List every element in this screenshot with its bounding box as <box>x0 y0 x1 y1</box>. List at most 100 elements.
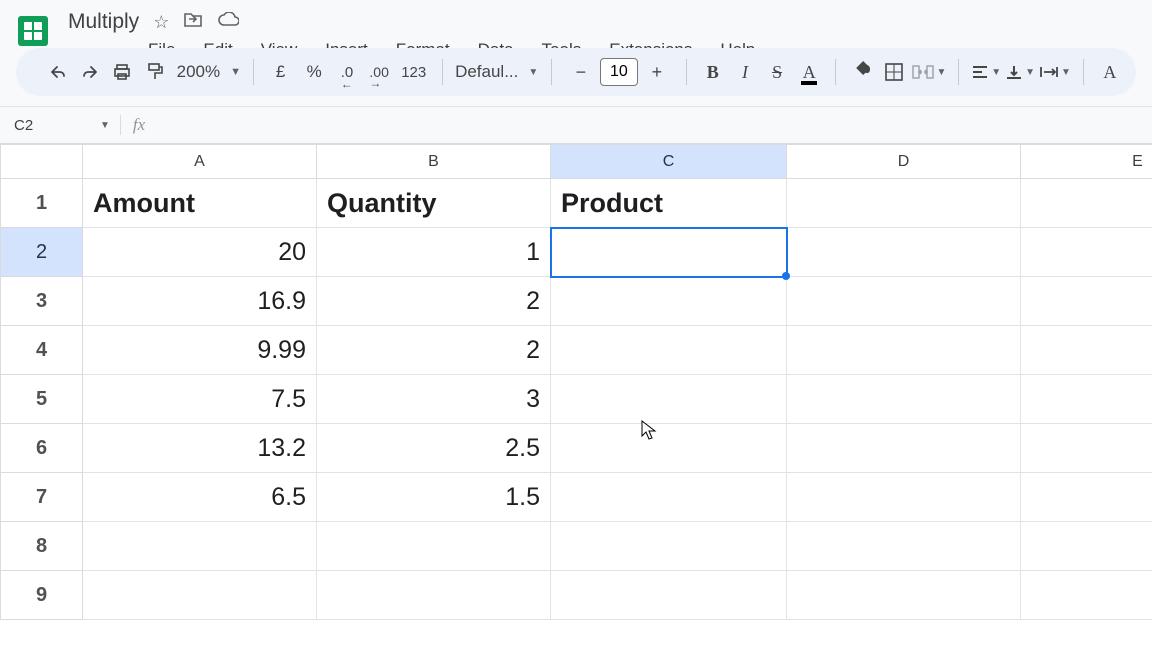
cell-B8[interactable] <box>317 522 551 571</box>
cell-D8[interactable] <box>787 522 1021 571</box>
cell-B6[interactable]: 2.5 <box>317 424 551 473</box>
cell-B3[interactable]: 2 <box>317 277 551 326</box>
cell-E4[interactable] <box>1021 326 1152 375</box>
font-size-input[interactable]: 10 <box>600 58 638 86</box>
percent-format-button[interactable]: % <box>299 55 329 89</box>
name-box[interactable]: C2 <box>8 117 90 134</box>
cell-E5[interactable] <box>1021 375 1152 424</box>
toolbar-divider <box>442 59 443 85</box>
fx-divider <box>120 115 121 135</box>
cell-A9[interactable] <box>83 571 317 620</box>
cell-D6[interactable] <box>787 424 1021 473</box>
cell-E9[interactable] <box>1021 571 1152 620</box>
fill-color-button[interactable] <box>848 55 876 89</box>
currency-format-button[interactable]: £ <box>266 55 296 89</box>
cell-A5[interactable]: 7.5 <box>83 375 317 424</box>
print-button[interactable] <box>108 55 136 89</box>
column-header-B[interactable]: B <box>317 145 551 179</box>
cell-B5[interactable]: 3 <box>317 375 551 424</box>
more-formats-button[interactable]: 123 <box>397 55 430 89</box>
cell-E7[interactable] <box>1021 473 1152 522</box>
redo-button[interactable] <box>76 55 104 89</box>
vertical-align-button[interactable]: ▼ <box>1005 55 1035 89</box>
cell-A6[interactable]: 13.2 <box>83 424 317 473</box>
toolbar-divider <box>253 59 254 85</box>
column-header-E[interactable]: E <box>1021 145 1152 179</box>
cell-D7[interactable] <box>787 473 1021 522</box>
cell-C7[interactable] <box>551 473 787 522</box>
toolbar-divider <box>551 59 552 85</box>
bold-button[interactable]: B <box>699 55 727 89</box>
row-header-4[interactable]: 4 <box>1 326 83 375</box>
undo-button[interactable] <box>44 55 72 89</box>
cell-C2[interactable] <box>551 228 787 277</box>
row-header-9[interactable]: 9 <box>1 571 83 620</box>
cell-A8[interactable] <box>83 522 317 571</box>
column-header-A[interactable]: A <box>83 145 317 179</box>
spreadsheet-grid[interactable]: ABCDE1AmountQuantityProduct2201316.9249.… <box>0 144 1152 648</box>
fx-icon: fx <box>133 115 145 135</box>
cell-E6[interactable] <box>1021 424 1152 473</box>
strikethrough-button[interactable]: S <box>763 55 791 89</box>
cell-A3[interactable]: 16.9 <box>83 277 317 326</box>
move-icon[interactable] <box>183 12 203 33</box>
decrease-decimal-button[interactable]: .0← <box>333 55 361 89</box>
row-header-2[interactable]: 2 <box>1 228 83 277</box>
cell-D4[interactable] <box>787 326 1021 375</box>
formula-input[interactable] <box>153 117 1152 134</box>
more-options-button[interactable]: A <box>1096 55 1124 89</box>
cell-C3[interactable] <box>551 277 787 326</box>
italic-button[interactable]: I <box>731 55 759 89</box>
row-header-5[interactable]: 5 <box>1 375 83 424</box>
paint-format-button[interactable] <box>140 55 168 89</box>
row-header-7[interactable]: 7 <box>1 473 83 522</box>
document-title[interactable]: Multiply <box>68 10 139 34</box>
cell-A2[interactable]: 20 <box>83 228 317 277</box>
horizontal-align-button[interactable]: ▼ <box>971 55 1001 89</box>
cell-D1[interactable] <box>787 179 1021 228</box>
cell-B4[interactable]: 2 <box>317 326 551 375</box>
cell-E1[interactable] <box>1021 179 1152 228</box>
cell-B1[interactable]: Quantity <box>317 179 551 228</box>
cell-D3[interactable] <box>787 277 1021 326</box>
merge-cells-button[interactable]: ▼ <box>912 55 946 89</box>
cloud-status-icon[interactable] <box>217 12 239 33</box>
cell-D9[interactable] <box>787 571 1021 620</box>
cell-B2[interactable]: 1 <box>317 228 551 277</box>
increase-decimal-button[interactable]: .00→ <box>365 55 393 89</box>
name-box-caret-icon[interactable]: ▼ <box>90 120 120 131</box>
column-header-D[interactable]: D <box>787 145 1021 179</box>
zoom-caret-icon[interactable]: ▼ <box>230 66 241 78</box>
toolbar-divider <box>686 59 687 85</box>
cell-C8[interactable] <box>551 522 787 571</box>
cell-E3[interactable] <box>1021 277 1152 326</box>
cell-A7[interactable]: 6.5 <box>83 473 317 522</box>
cell-E8[interactable] <box>1021 522 1152 571</box>
font-family-dropdown[interactable]: Defaul... ▼ <box>455 62 539 82</box>
cell-C5[interactable] <box>551 375 787 424</box>
borders-button[interactable] <box>880 55 908 89</box>
cell-C6[interactable] <box>551 424 787 473</box>
cell-C9[interactable] <box>551 571 787 620</box>
cell-B9[interactable] <box>317 571 551 620</box>
cell-B7[interactable]: 1.5 <box>317 473 551 522</box>
increase-font-size-button[interactable]: + <box>640 55 674 89</box>
cell-C4[interactable] <box>551 326 787 375</box>
cell-D5[interactable] <box>787 375 1021 424</box>
cell-C1[interactable]: Product <box>551 179 787 228</box>
cell-E2[interactable] <box>1021 228 1152 277</box>
app-icon-sheets[interactable] <box>12 10 54 52</box>
column-header-C[interactable]: C <box>551 145 787 179</box>
cell-D2[interactable] <box>787 228 1021 277</box>
text-wrap-button[interactable]: ▼ <box>1039 55 1071 89</box>
text-color-button[interactable]: A <box>795 55 823 89</box>
decrease-font-size-button[interactable]: − <box>564 55 598 89</box>
cell-A1[interactable]: Amount <box>83 179 317 228</box>
row-header-3[interactable]: 3 <box>1 277 83 326</box>
zoom-dropdown[interactable]: 200% <box>173 62 224 82</box>
row-header-1[interactable]: 1 <box>1 179 83 228</box>
row-header-8[interactable]: 8 <box>1 522 83 571</box>
star-icon[interactable]: ☆ <box>153 12 169 33</box>
row-header-6[interactable]: 6 <box>1 424 83 473</box>
cell-A4[interactable]: 9.99 <box>83 326 317 375</box>
